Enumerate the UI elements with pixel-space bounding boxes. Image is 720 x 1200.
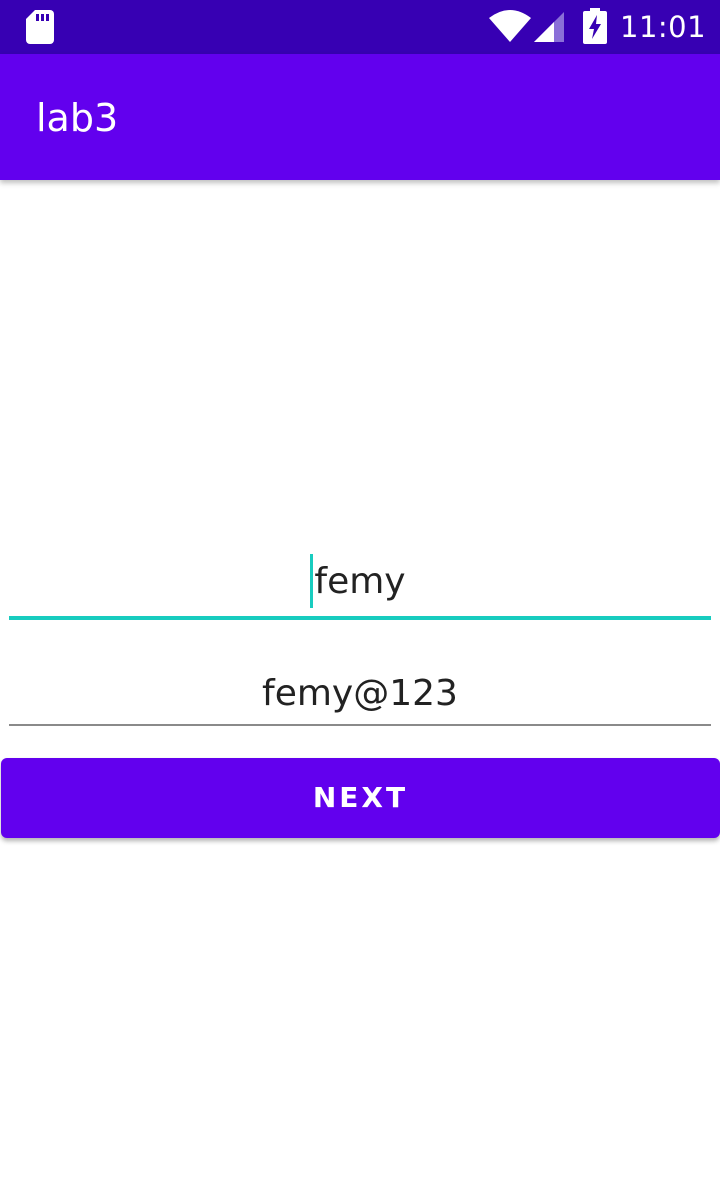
password-field[interactable]: femy@123 bbox=[9, 664, 711, 726]
status-clock: 11:01 bbox=[620, 10, 707, 44]
cell-signal-icon bbox=[534, 12, 564, 42]
app-bar: lab3 bbox=[0, 54, 720, 180]
sd-card-icon bbox=[26, 10, 54, 44]
next-button[interactable]: NEXT bbox=[1, 758, 720, 838]
password-value: femy@123 bbox=[262, 673, 458, 714]
status-bar: 11:01 bbox=[0, 0, 720, 54]
username-field[interactable]: femy bbox=[9, 552, 711, 620]
text-cursor bbox=[310, 554, 314, 608]
username-value: femy bbox=[314, 561, 406, 602]
battery-charging-icon bbox=[583, 8, 607, 44]
wifi-icon bbox=[489, 10, 531, 42]
app-title: lab3 bbox=[36, 96, 119, 140]
